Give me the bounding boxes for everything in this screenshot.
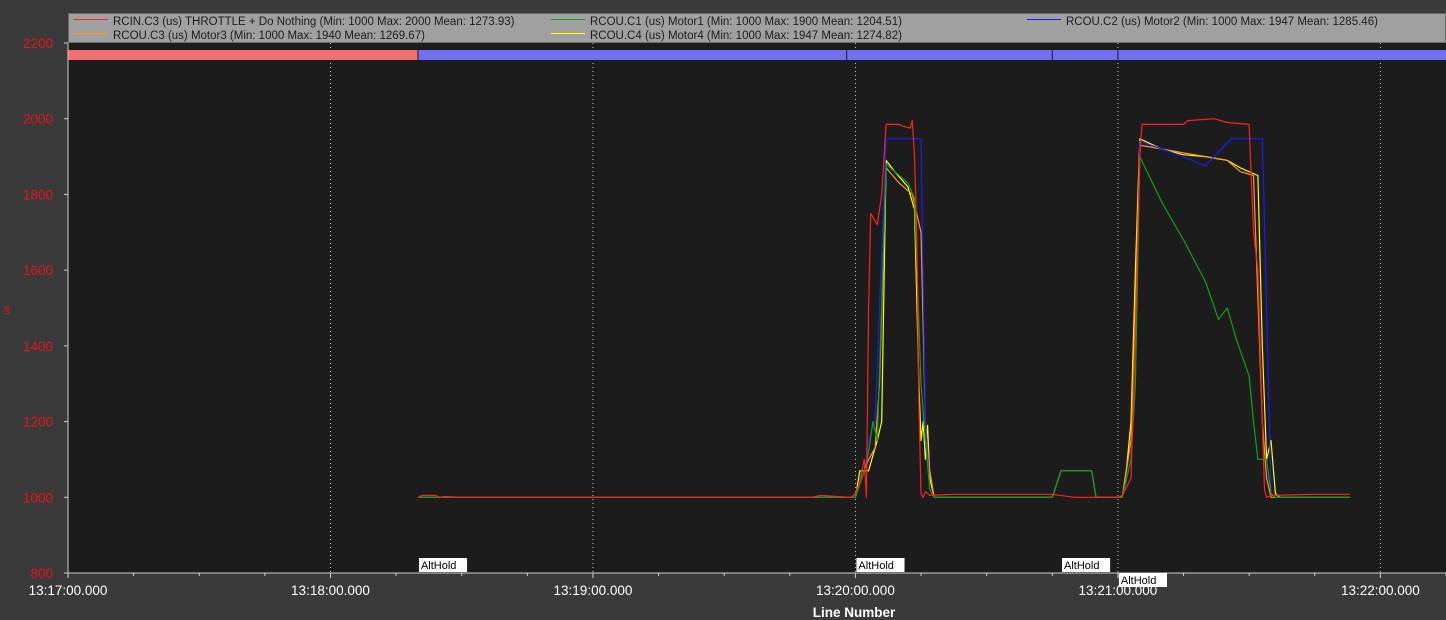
- legend-swatch: [74, 19, 108, 21]
- legend: RCIN.C3 (us) THROTTLE + Do Nothing (Min:…: [68, 13, 1446, 43]
- legend-item: RCOU.C1 (us) Motor1 (Min: 1000 Max: 1900…: [551, 16, 902, 28]
- y-axis-label: us: [1, 305, 11, 315]
- legend-swatch: [74, 33, 108, 35]
- legend-swatch: [551, 19, 585, 21]
- mode-segment: [417, 50, 1446, 60]
- legend-item: RCOU.C3 (us) Motor3 (Min: 1000 Max: 1940…: [74, 30, 425, 42]
- plot-area: [68, 43, 1446, 573]
- legend-label: RCOU.C1 (us) Motor1 (Min: 1000 Max: 1900…: [590, 16, 902, 28]
- y-tick-label: 1200: [23, 415, 53, 430]
- legend-label: RCIN.C3 (us) THROTTLE + Do Nothing (Min:…: [113, 16, 515, 28]
- x-axis-label: Line Number: [813, 605, 896, 620]
- mode-marker-label: AltHold: [421, 560, 456, 572]
- x-tick-label: 13:22:00.000: [1341, 583, 1420, 598]
- chart: 800 1000 1200 1400 1600 1800 2000 2200 13:17:00.…: [1, 36, 1446, 620]
- y-tick-label: 1400: [23, 339, 53, 354]
- x-tick-label: 13:20:00.000: [816, 583, 895, 598]
- x-tick-label: 13:17:00.000: [29, 583, 108, 598]
- legend-swatch: [1027, 19, 1061, 21]
- y-tick-label: 800: [30, 566, 53, 581]
- y-tick-label: 1800: [23, 187, 53, 202]
- y-tick-label: 2000: [23, 112, 53, 127]
- mode-marker-label: AltHold: [1064, 560, 1099, 572]
- legend-swatch: [551, 33, 585, 35]
- legend-item: RCOU.C4 (us) Motor4 (Min: 1000 Max: 1947…: [551, 30, 902, 42]
- mode-bar: [68, 50, 1446, 60]
- y-tick-label: 2200: [23, 36, 53, 51]
- mode-marker-label: AltHold: [1121, 575, 1156, 587]
- x-tick-label: 13:19:00.000: [554, 583, 633, 598]
- legend-item: RCOU.C2 (us) Motor2 (Min: 1000 Max: 1947…: [1027, 16, 1378, 28]
- x-tick-label: 13:18:00.000: [291, 583, 370, 598]
- y-tick-label: 1600: [23, 263, 53, 278]
- legend-item: RCIN.C3 (us) THROTTLE + Do Nothing (Min:…: [74, 16, 515, 28]
- mode-segment: [68, 50, 418, 60]
- y-tick-label: 1000: [23, 490, 53, 505]
- mode-marker-label: AltHold: [858, 560, 893, 572]
- legend-label: RCOU.C3 (us) Motor3 (Min: 1000 Max: 1940…: [113, 30, 425, 42]
- legend-label: RCOU.C2 (us) Motor2 (Min: 1000 Max: 1947…: [1066, 16, 1378, 28]
- legend-label: RCOU.C4 (us) Motor4 (Min: 1000 Max: 1947…: [590, 30, 902, 42]
